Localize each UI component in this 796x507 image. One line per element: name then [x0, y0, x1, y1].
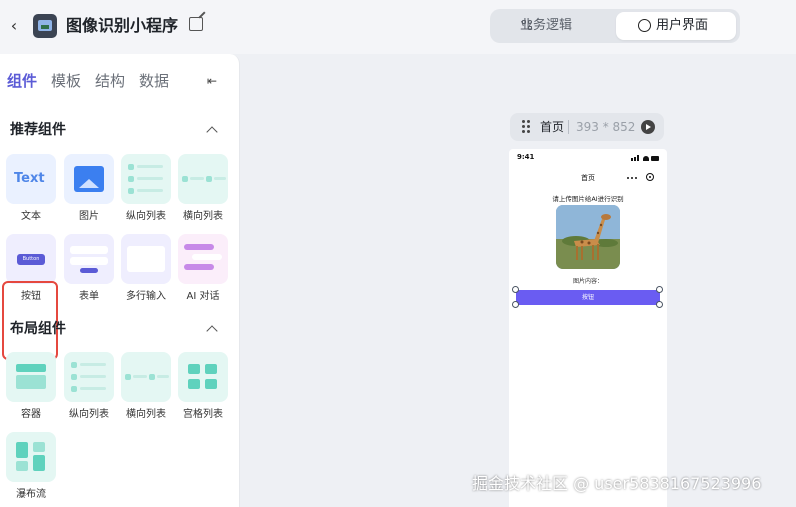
- component-grid-list[interactable]: 宫格列表: [178, 352, 228, 421]
- component-label: 容器: [21, 409, 41, 420]
- component-label: 瀑布流: [16, 489, 46, 500]
- component-multiline-input[interactable]: 多行输入: [121, 234, 171, 303]
- resize-handle[interactable]: [656, 301, 663, 308]
- recognize-button[interactable]: 按钮: [516, 290, 660, 305]
- target-icon[interactable]: [646, 173, 654, 181]
- drag-handle-icon[interactable]: [522, 120, 530, 134]
- divider: [568, 120, 569, 134]
- flow-icon: [522, 20, 534, 32]
- status-bar-icons: [631, 155, 659, 161]
- page-size: 393 * 852: [576, 120, 636, 134]
- play-icon[interactable]: [641, 120, 655, 134]
- component-waterfall[interactable]: 瀑布流: [6, 432, 56, 501]
- tab-structure[interactable]: 结构: [95, 70, 125, 92]
- mode-switch: 业务逻辑 用户界面: [490, 9, 740, 43]
- button-thumb-icon: Button: [6, 234, 56, 284]
- resize-handle[interactable]: [512, 286, 519, 293]
- watermark: 掘金技术社区 @ user5838167523996: [472, 474, 762, 493]
- component-label: 横向列表: [183, 211, 223, 222]
- text-thumb-icon: Text: [6, 154, 56, 204]
- component-label: AI 对话: [186, 291, 220, 302]
- chevron-up-icon[interactable]: [205, 323, 217, 335]
- component-form[interactable]: 表单: [64, 234, 114, 303]
- vertical-list-thumb-icon: [121, 154, 171, 204]
- grid-list-thumb-icon: [178, 352, 228, 402]
- app-logo-icon: [33, 14, 57, 38]
- component-layout-vertical-list[interactable]: 纵向列表: [64, 352, 114, 421]
- component-label: 文本: [21, 211, 41, 222]
- resize-handle[interactable]: [656, 286, 663, 293]
- ai-chat-thumb-icon: [178, 234, 228, 284]
- waterfall-thumb-icon: [6, 432, 56, 482]
- section-title-recommended: 推荐组件: [10, 122, 66, 138]
- button-art: Button: [17, 254, 45, 265]
- tab-templates[interactable]: 模板: [51, 70, 81, 92]
- layout-horizontal-list-thumb-icon: [121, 352, 171, 402]
- component-container[interactable]: 容器: [6, 352, 56, 421]
- component-label: 表单: [79, 291, 99, 302]
- component-label: 图片: [79, 211, 99, 222]
- multiline-input-thumb-icon: [121, 234, 171, 284]
- section-title-layout: 布局组件: [10, 321, 66, 337]
- page-name: 首页: [540, 120, 565, 134]
- tab-business-logic[interactable]: 业务逻辑: [494, 12, 612, 40]
- page-selector[interactable]: 首页 393 * 852: [510, 113, 664, 141]
- component-label: 宫格列表: [183, 409, 223, 420]
- horizontal-list-thumb-icon: [178, 154, 228, 204]
- nav-title: 首页: [581, 174, 595, 182]
- tab-user-interface-label: 用户界面: [656, 18, 709, 33]
- app-title: 图像识别小程序: [66, 16, 179, 35]
- form-thumb-icon: [64, 234, 114, 284]
- tab-user-interface[interactable]: 用户界面: [616, 12, 736, 40]
- chevron-up-icon[interactable]: [205, 124, 217, 136]
- more-icon[interactable]: [627, 177, 637, 180]
- status-time: 9:41: [517, 153, 535, 161]
- result-label: 图片内容：: [572, 278, 603, 285]
- component-ai-chat[interactable]: AI 对话: [178, 234, 228, 303]
- component-panel: 组件 模板 结构 数据 ⇤ 推荐组件 Text 文本 图片 纵向列表 横向列表 …: [0, 54, 240, 507]
- component-image[interactable]: 图片: [64, 154, 114, 223]
- component-layout-horizontal-list[interactable]: 横向列表: [121, 352, 171, 421]
- tab-data[interactable]: 数据: [139, 70, 169, 92]
- component-label: 纵向列表: [69, 409, 109, 420]
- component-label: 多行输入: [126, 291, 166, 302]
- component-vertical-list[interactable]: 纵向列表: [121, 154, 171, 223]
- layout-vertical-list-thumb-icon: [64, 352, 114, 402]
- edit-icon[interactable]: [189, 17, 203, 31]
- top-bar: ‹ 图像识别小程序 业务逻辑 用户界面: [0, 0, 796, 54]
- back-arrow-icon[interactable]: ‹: [6, 16, 22, 36]
- component-text[interactable]: Text 文本: [6, 154, 56, 223]
- giraffe-image[interactable]: [556, 205, 620, 269]
- resize-handle[interactable]: [512, 301, 519, 308]
- palette-icon: [638, 19, 651, 32]
- text-art: Text: [14, 171, 45, 186]
- upload-prompt: 请上传图片给AI进行识别: [552, 195, 624, 203]
- image-thumb-icon: [64, 154, 114, 204]
- tab-components[interactable]: 组件: [7, 70, 37, 92]
- phone-preview[interactable]: 9:41 首页 请上传图片给AI进行识别 图片内容： 按钮: [509, 149, 667, 507]
- component-label: 横向列表: [126, 409, 166, 420]
- collapse-panel-icon[interactable]: ⇤: [207, 74, 223, 88]
- component-horizontal-list[interactable]: 横向列表: [178, 154, 228, 223]
- component-label: 纵向列表: [126, 211, 166, 222]
- container-thumb-icon: [6, 352, 56, 402]
